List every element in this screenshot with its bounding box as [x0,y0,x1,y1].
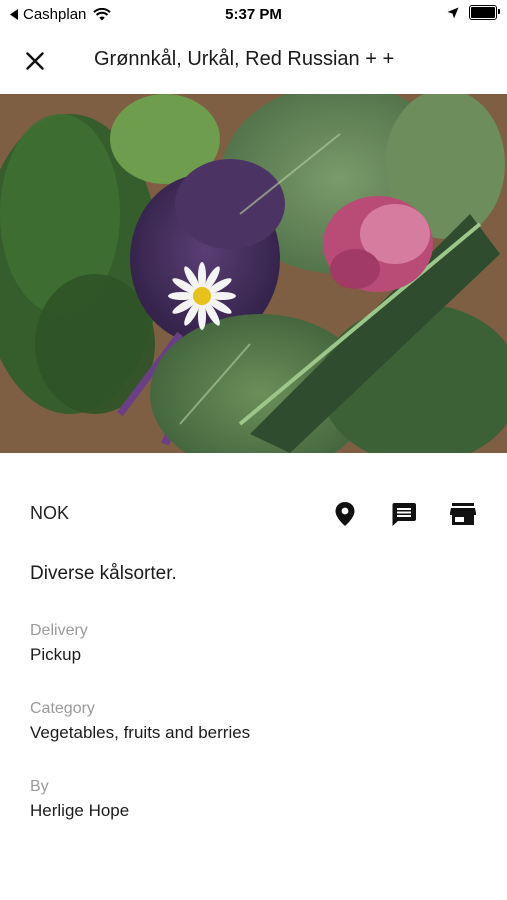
seller-value[interactable]: Herlige Hope [30,801,477,821]
app-bar: Grønnkål, Urkål, Red Russian + + [0,28,507,92]
category-label: Category [30,700,95,717]
price-label: NOK [30,503,70,523]
delivery-value: Pickup [30,645,82,664]
seller-field: By Herlige Hope [30,778,477,821]
store-icon [450,503,476,525]
close-button[interactable] [20,46,50,76]
listing-photo [0,94,507,453]
page-title: Grønnkål, Urkål, Red Russian + + [94,48,395,70]
category-field: Category Vegetables, fruits and berries [30,700,477,743]
location-button[interactable] [331,500,359,528]
status-bar: Cashplan 5:37 PM [0,0,507,28]
action-icons [331,500,477,528]
delivery-field: Delivery Pickup [30,622,477,665]
battery-icon [469,5,500,20]
category-value: Vegetables, fruits and berries [30,723,251,742]
location-pin-icon [335,502,355,526]
delivery-label: Delivery [30,622,88,639]
close-icon [26,52,44,70]
store-button[interactable] [449,500,477,528]
message-button[interactable] [390,500,418,528]
seller-label: By [30,778,49,795]
description: Diverse kålsorter. [30,563,177,584]
location-arrow-icon [447,7,459,18]
price-row: NOK [30,500,477,526]
message-icon [392,502,416,526]
status-time: 5:37 PM [225,6,282,23]
